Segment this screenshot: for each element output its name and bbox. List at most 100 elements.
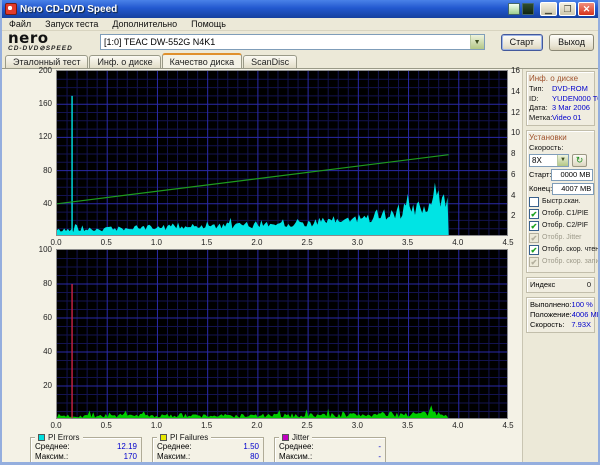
legend-row: Максим.: - <box>279 452 381 462</box>
checkbox-box[interactable]: ✔ <box>529 244 539 255</box>
series-pi-errors <box>57 182 449 235</box>
checkbox-box[interactable] <box>529 196 539 207</box>
disc-info-value: YUDEN000 T02 <box>552 93 598 103</box>
y-axis-label: 60 <box>43 313 52 322</box>
disc-info-value: Video 01 <box>552 112 582 122</box>
disc-info-label: Метка: <box>529 112 553 122</box>
x-axis-label: 2.5 <box>301 421 313 430</box>
legend-row-value: - <box>378 452 381 461</box>
legend-title: PI Errors <box>35 433 83 442</box>
y-axis-label: 40 <box>43 347 52 356</box>
menu-item-help[interactable]: Помощь <box>184 19 233 29</box>
start-position-field[interactable] <box>551 168 594 181</box>
index-label: Индекс <box>530 279 556 289</box>
legend-name: Jitter <box>292 433 310 442</box>
y-axis-right-label: 8 <box>511 149 516 158</box>
checkbox-label: Отобр. C2/PIF <box>542 222 589 229</box>
drive-select-value: [1:0] TEAC DW-552G N4K1 <box>104 37 216 47</box>
disc-info-value: 3 Mar 2006 <box>552 103 590 112</box>
checkbox-show-jitter[interactable]: ✔ Отобр. Jitter <box>529 232 592 243</box>
status-value: 100 % <box>571 299 593 309</box>
menu-item-run-test[interactable]: Запуск теста <box>38 19 105 29</box>
cdspeed-logo-text: CD-DVD⊘SPEED <box>8 45 73 53</box>
checkbox-box[interactable]: ✔ <box>529 220 539 231</box>
settings-group: Установки Скорость: 8X ▼ ↻ Старт: Конец: <box>526 130 598 273</box>
checkbox-quick-scan[interactable]: Быстр.скан. <box>529 196 592 207</box>
y-axis-right-label: 10 <box>511 128 520 138</box>
checkbox-show-c1-pie[interactable]: ✔ Отобр. C1/PIE <box>529 208 592 219</box>
legend-row-value: 12.19 <box>116 442 137 451</box>
tab-disc-info[interactable]: Инф. о диске <box>89 55 161 68</box>
chart-panel: 200 160 120 80 40 16 14 12 10 8 6 4 2 0.0 0.5 1.0 1.5 2.0… <box>2 66 523 462</box>
indicator-icon-2 <box>522 3 534 15</box>
x-axis-label: 3.5 <box>401 421 414 430</box>
checkbox-show-c2-pif[interactable]: ✔ Отобр. C2/PIF <box>529 220 592 231</box>
speed-select-value: 8X <box>532 155 542 165</box>
start-button[interactable]: Старт <box>500 33 544 51</box>
tab-scandisc[interactable]: ScanDisc <box>243 55 298 68</box>
legend-row-label: Среднее: <box>35 442 70 451</box>
pie-errors-chart: 200 160 120 80 40 16 14 12 10 8 6 4 2 0.0 0.5 1.0 1.5 2.0… <box>2 66 522 249</box>
chevron-down-icon[interactable]: ▼ <box>557 154 568 166</box>
speed-select[interactable]: 8X ▼ <box>529 153 569 167</box>
menubar: Файл Запуск теста Дополнительно Помощь <box>2 18 598 31</box>
checkbox-label: Отобр. скор. чтения <box>542 246 600 253</box>
maximize-button[interactable]: ❐ <box>559 2 576 16</box>
refresh-disc-button[interactable]: ↻ <box>572 153 587 167</box>
legend-box-pi-errors: PI ErrorsСреднее:12.19Максим.:170Итого:1… <box>30 433 142 462</box>
legend-row: Максим.: 170 <box>35 452 137 462</box>
nero-logo: nero CD-DVD⊘SPEED <box>8 31 100 53</box>
checkbox-box[interactable]: ✔ <box>529 232 539 243</box>
y-axis-right-label: 4 <box>511 190 516 200</box>
x-axis-label: 0.5 <box>100 421 112 430</box>
checkbox-box[interactable]: ✔ <box>529 208 539 219</box>
chevron-down-icon[interactable]: ▼ <box>469 35 484 49</box>
y-axis-label: 80 <box>43 279 52 288</box>
y-axis-right-label: 14 <box>511 86 520 96</box>
checkbox-show-write-speed[interactable]: ✔Отобр. скор. записи <box>529 256 598 267</box>
y-axis-right-label: 2 <box>511 211 516 221</box>
legend-title: PI Failures <box>157 433 212 442</box>
start-position-label: Старт: <box>529 170 552 179</box>
disc-info-label: Тип: <box>529 84 544 93</box>
disc-info-row: ID: YUDEN000 T02 <box>529 94 598 104</box>
x-axis-label: 2.0 <box>251 238 263 247</box>
nero-logo-text: nero <box>8 29 49 48</box>
legend-row-value: 170 <box>123 452 137 461</box>
legend-row-value: - <box>378 442 381 451</box>
x-axis-label: 1.0 <box>150 421 162 430</box>
titlebar-indicators <box>508 3 534 15</box>
menu-item-file[interactable]: Файл <box>2 19 38 29</box>
drive-select[interactable]: [1:0] TEAC DW-552G N4K1 ▼ <box>100 34 485 50</box>
legend-title: Jitter <box>279 433 313 442</box>
exit-button[interactable]: Выход <box>549 33 594 51</box>
indicator-icon-1 <box>508 3 520 15</box>
x-axis-label: 1.5 <box>201 421 213 430</box>
y-axis-right-label: 6 <box>511 169 516 179</box>
status-label: Положение: <box>530 309 572 319</box>
status-label: Скорость: <box>530 319 565 329</box>
legend-row: Максим.: 80 <box>157 452 259 462</box>
minimize-button[interactable]: ▁ <box>540 2 557 16</box>
y-axis-right-label: 16 <box>511 66 520 75</box>
end-position-field[interactable] <box>552 182 595 195</box>
checkbox-box[interactable]: ✔ <box>529 256 539 267</box>
legend-name: PI Failures <box>170 433 209 442</box>
x-axis-label: 0.0 <box>50 421 62 430</box>
disc-info-value: DVD-ROM <box>552 84 588 93</box>
close-button[interactable]: ✕ <box>578 2 595 16</box>
checkbox-show-read-speed[interactable]: ✔Отобр. скор. чтения <box>529 244 598 255</box>
legend-row-value: 80 <box>250 452 259 461</box>
menu-item-extra[interactable]: Дополнительно <box>105 19 184 29</box>
checkbox-label: Отобр. Jitter <box>542 234 582 241</box>
status-row: Скорость: 7.93X <box>530 320 591 330</box>
x-axis-label: 3.0 <box>351 421 363 430</box>
legend-box-pi-failures: PI FailuresСреднее:1.50Максим.:80Итого:8… <box>152 433 264 462</box>
legend-row-value: 1.50 <box>243 442 259 451</box>
speed-label: Скорость: <box>529 143 564 152</box>
end-position-label: Конец: <box>529 184 553 193</box>
legend-color-icon <box>160 434 167 441</box>
y-axis-label: 100 <box>38 245 52 254</box>
legend-color-icon <box>282 434 289 441</box>
tab-disc-quality[interactable]: Качество диска <box>161 53 243 68</box>
